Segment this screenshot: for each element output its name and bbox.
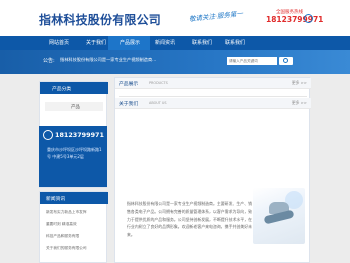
about-header: 关于我们 ABOUT US 更多 >> — [115, 98, 311, 109]
product-category-label: 产品分类 — [52, 87, 72, 92]
nav-about[interactable]: 关于我们 — [86, 39, 106, 46]
about-subtitle: ABOUT US — [149, 101, 167, 105]
notice-text: 指林科技股份有限公司是一家专业生产视频制造商... — [60, 57, 157, 62]
products-header: 产品展示 PRODUCTS 更多 >> — [115, 78, 311, 89]
about-title: 关于我们 — [119, 102, 139, 107]
about-more-link[interactable]: 更多 >> — [292, 100, 307, 106]
search-button[interactable] — [279, 57, 293, 65]
main-navigation: 网站首页 关于我们 产品展示 新闻资讯 联系我们 联系我们 — [0, 36, 350, 50]
search-input[interactable] — [227, 57, 277, 65]
products-divider — [119, 96, 307, 97]
contact-phone: 18123799971 — [55, 131, 104, 139]
sidebar-product-label: 产品 — [71, 105, 80, 110]
site-header: 指林科技股份有限公司 敬请关注·服务第一 全国服务热线 18123799971 — [0, 0, 350, 36]
nav-home[interactable]: 网站首页 — [49, 39, 69, 46]
contact-address: 重庆市沙坪坝区沙坪坝路新路1号 中建5号3单元2层 — [47, 147, 102, 159]
news-title: 新闻资讯 — [40, 192, 108, 204]
news-box: 新闻资讯 新发布实力新品上市发挥 重要时刻 精准高效 科技产品和服务有限 关于我… — [39, 191, 108, 263]
notice-label: 公告: — [43, 58, 55, 64]
news-item-2[interactable]: 重要时刻 精准高效 — [46, 222, 77, 227]
hotline-number: 18123799971 — [266, 15, 324, 24]
search-icon — [283, 58, 288, 63]
about-article: 指林科技股份有限公司是一家专业生产视频制造商。主要研发、生产、销售各类电子产品。… — [127, 201, 252, 238]
phone-icon — [304, 14, 313, 23]
nav-contact-secondary[interactable]: 联系我们 — [225, 39, 245, 46]
nav-news[interactable]: 新闻资讯 — [155, 39, 175, 46]
page: 指林科技股份有限公司 敬请关注·服务第一 全国服务热线 18123799971 … — [0, 0, 350, 263]
news-item-1[interactable]: 新发布实力新品上市发挥 — [46, 210, 87, 215]
company-logo[interactable]: 指林科技股份有限公司 — [39, 11, 161, 28]
news-title-label: 新闻资讯 — [46, 197, 66, 202]
sidebar-product-item[interactable]: 产品 — [45, 102, 103, 111]
contact-block: 18123799971 重庆市沙坪坝区沙坪坝路新路1号 中建5号3单元2层 — [39, 126, 107, 187]
news-item-4[interactable]: 关于我们的服务有限公司 — [46, 246, 87, 251]
top-banner: 公告: 指林科技股份有限公司是一家专业生产视频制造商... — [0, 50, 350, 74]
news-item-3[interactable]: 科技产品和服务有限 — [46, 234, 79, 239]
main-content: 产品展示 PRODUCTS 更多 >> 关于我们 ABOUT US 更多 >> … — [114, 77, 311, 263]
products-subtitle: PRODUCTS — [149, 81, 168, 85]
header-slogan: 敬请关注·服务第一 — [188, 9, 244, 24]
business-handshake-image — [253, 188, 305, 244]
nav-products[interactable]: 产品展示 — [120, 39, 140, 46]
product-category-title: 产品分类 — [40, 82, 108, 94]
nav-contact[interactable]: 联系我们 — [192, 39, 212, 46]
products-title: 产品展示 — [119, 82, 139, 87]
products-more-link[interactable]: 更多 >> — [292, 80, 307, 86]
phone-circle-icon — [43, 130, 53, 140]
